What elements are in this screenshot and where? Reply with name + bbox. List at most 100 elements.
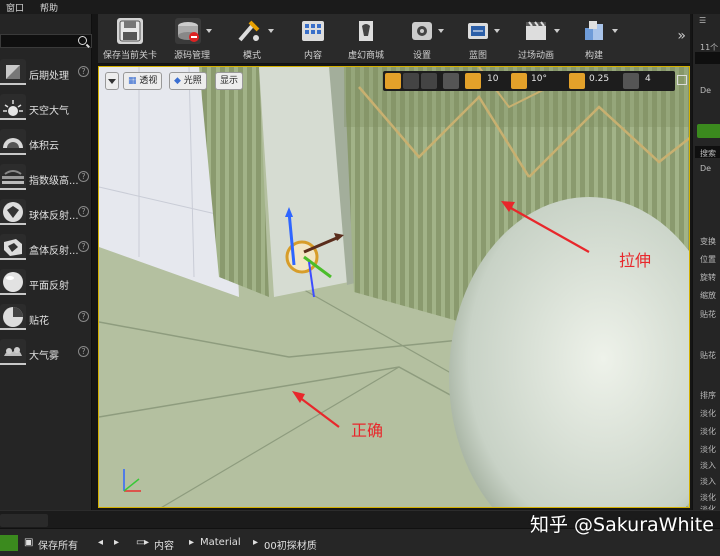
search-input[interactable] [695,52,720,64]
chevron-right-icon: ▸ [189,537,195,548]
list-item[interactable]: 平面反射 [0,266,92,300]
list-item[interactable]: 体积云 [0,126,92,160]
list-item-label: 大气雾 [29,351,59,362]
scale-snap-value[interactable]: 0.25 [589,74,609,84]
rotate-icon[interactable] [403,73,419,89]
rotation-snap-icon[interactable] [511,73,527,89]
settings-button[interactable]: 设置 [394,14,450,64]
blueprint-icon [465,18,491,44]
save-button[interactable]: 保存当前关卡 [98,14,162,64]
list-item[interactable]: 盒体反射... ? [0,231,92,265]
planar-reflection-icon [0,269,26,295]
viewport-scene [99,67,689,507]
list-item[interactable]: 后期处理 ? [0,56,92,90]
lit-button[interactable]: ◆ 光照 [169,72,207,90]
level-viewport[interactable]: ▦ 透视 ◆ 光照 显示 10 10° 0.25 4 拉伸 正确 [98,66,690,508]
chevron-down-icon[interactable] [494,29,500,33]
grid-snap-value[interactable]: 10 [487,74,498,84]
list-item-label: 球体反射... [29,211,79,222]
help-icon[interactable]: ? [78,241,89,252]
list-item-label: 后期处理 [29,71,69,82]
box-reflection-icon [0,234,26,260]
save-icon: ▣ [24,537,34,548]
grid-snap-icon[interactable] [465,73,481,89]
help-icon[interactable]: ? [78,311,89,322]
build-button[interactable]: 构建 [566,14,622,64]
list-item[interactable]: 大气雾 ? [0,336,92,370]
viewport-options-button[interactable] [105,72,119,90]
help-icon[interactable]: ? [78,171,89,182]
build-icon [581,18,607,44]
scale-icon[interactable] [421,73,437,89]
place-actors-panel: 后期处理 ? 天空大气 体积云 指数级高... ? 球体反射... ? 盒体反射… [0,14,92,510]
search-icon [78,36,87,45]
perspective-button[interactable]: ▦ 透视 [123,72,163,90]
volumetric-cloud-icon [0,129,26,155]
sphere-reflection-icon [0,199,26,225]
chevron-down-icon[interactable] [438,29,444,33]
list-item-label: 盒体反射... [29,246,79,257]
annotation-stretch: 拉伸 [619,251,652,270]
chevron-down-icon[interactable] [612,29,618,33]
translate-icon[interactable] [385,73,401,89]
settings-icon [409,18,435,44]
menu-bar: 窗口 帮助 [0,0,720,14]
scale-snap-icon[interactable] [569,73,585,89]
breadcrumb-material[interactable]: Material [200,537,241,548]
tab-content-browser[interactable] [0,514,48,527]
help-icon[interactable]: ? [78,206,89,217]
chevron-right-icon: ▸ [253,537,259,548]
search-input[interactable] [0,34,92,48]
content-button[interactable]: 内容 [288,14,338,64]
help-icon[interactable]: ? [78,66,89,77]
cinematics-button[interactable]: 过场动画 [506,14,566,64]
postprocess-icon [0,59,26,85]
world-icon[interactable] [443,73,459,89]
cinematics-icon [523,18,549,44]
menu-window[interactable]: 窗口 [6,1,24,14]
atmospheric-fog-icon [0,339,26,365]
breadcrumb-folder[interactable]: 00初探材质 [264,537,317,552]
camera-speed-icon[interactable] [623,73,639,89]
content-icon [300,18,326,44]
list-item[interactable]: 贴花 ? [0,301,92,335]
add-component-button[interactable] [697,124,720,138]
details-panel: ☰ 11个 De 搜索 De 变换 位置 旋转 缩放 贴花 贴花 排序 淡化 淡… [692,14,720,510]
list-item-label: 体积云 [29,141,59,152]
list-item-label: 平面反射 [29,281,69,292]
menu-help[interactable]: 帮助 [40,1,58,14]
chevron-down-icon[interactable] [268,29,274,33]
source-control-icon [175,18,201,44]
maximize-icon[interactable] [677,75,687,85]
panel-icon: ☰ [699,16,707,25]
list-item-label: 贴花 [29,316,49,327]
show-button[interactable]: 显示 [215,72,244,90]
list-item[interactable]: 指数级高... ? [0,161,92,195]
help-icon[interactable]: ? [78,346,89,357]
marketplace-button[interactable]: 虚幻商城 [338,14,394,64]
source-control-button[interactable]: 源码管理 [162,14,222,64]
camera-speed-value[interactable]: 4 [645,74,651,84]
breadcrumb-content[interactable]: 内容 [154,537,174,552]
back-icon[interactable]: ◂ [98,537,103,548]
list-item[interactable]: 天空大气 [0,91,92,125]
sphere-icon: ◆ [174,76,181,86]
forward-icon[interactable]: ▸ [114,537,119,548]
modes-button[interactable]: 模式 [222,14,282,64]
decal-icon [0,304,26,330]
snap-toolbar: 10 10° 0.25 4 [383,71,675,91]
rotation-snap-value[interactable]: 10° [531,74,547,84]
chevron-down-icon[interactable] [554,29,560,33]
blueprint-button[interactable]: 蓝图 [450,14,506,64]
add-new-button[interactable] [0,535,18,551]
list-item-label: 天空大气 [29,106,69,117]
list-item[interactable]: 球体反射... ? [0,196,92,230]
exponential-fog-icon [0,164,26,190]
save-all-button[interactable]: 保存所有 [38,537,78,552]
watermark: 知乎 @SakuraWhite [530,514,714,536]
chevron-down-icon[interactable] [206,29,212,33]
main-toolbar: 保存当前关卡 源码管理 模式 内容 虚幻商城 设置 蓝图 过场动画 构建 » [98,14,690,64]
more-toolbar-button[interactable]: » [677,28,686,44]
chevron-right-icon: ▸ [144,537,150,548]
modes-icon [236,18,262,44]
